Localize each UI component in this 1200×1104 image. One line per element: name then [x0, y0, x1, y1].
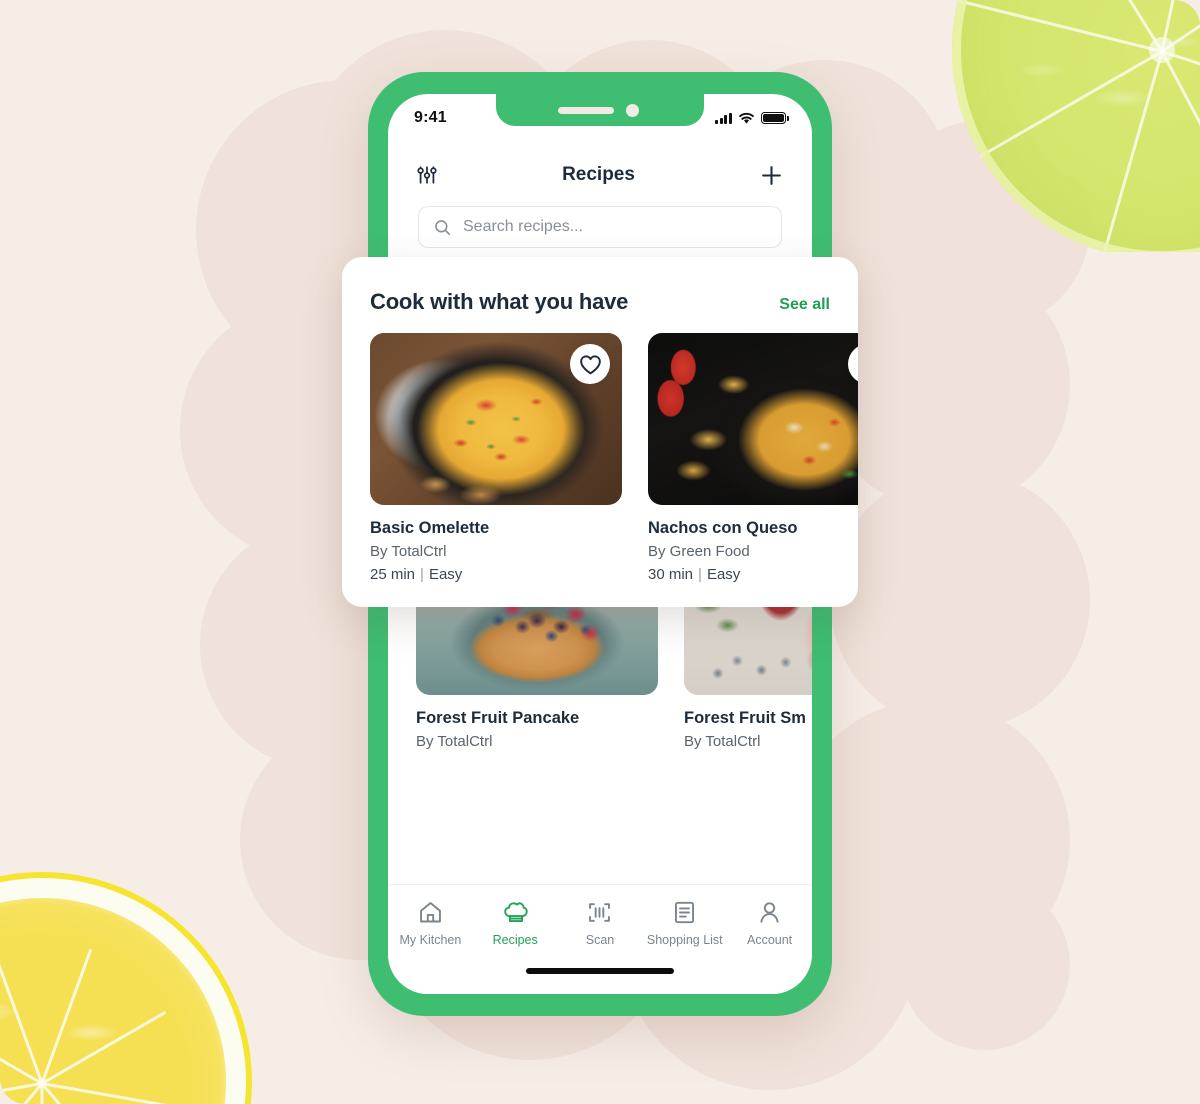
person-icon: [760, 902, 779, 923]
chef-hat-icon: [503, 902, 528, 923]
home-icon: [419, 902, 441, 923]
recipe-difficulty: Easy: [428, 566, 463, 583]
status-time: 9:41: [414, 109, 447, 126]
signal-icon: [715, 112, 732, 124]
wifi-icon: [739, 112, 754, 124]
tab-my-kitchen[interactable]: My Kitchen: [388, 899, 472, 947]
recipe-time: 30 min: [648, 566, 694, 583]
tab-label: Account: [746, 933, 793, 947]
recipe-author: By Green Food: [648, 543, 750, 560]
recipe-title: Nachos con Queso: [648, 519, 798, 537]
see-all-link-cook[interactable]: See all: [779, 296, 830, 314]
floating-card-cook-with-what-you-have: Cook with what you have See all Basic Om…: [342, 257, 858, 607]
tab-account[interactable]: Account: [728, 899, 812, 947]
status-bar: 9:41: [388, 94, 812, 142]
home-indicator-bar: [526, 968, 674, 974]
section-header: Cook with what you have See all: [370, 257, 830, 333]
list-document-icon: [675, 901, 695, 924]
page-title: Recipes: [562, 164, 635, 185]
battery-icon: [761, 112, 789, 124]
recipe-author: By TotalCtrl: [416, 733, 493, 750]
recipe-title: Basic Omelette: [370, 519, 490, 537]
favorite-heart-icon[interactable]: [570, 344, 610, 384]
filter-sliders-icon[interactable]: [416, 164, 438, 186]
recipe-card[interactable]: Nachos con Queso By Green Food 30 min | Ea…: [648, 333, 858, 583]
meta-separator: |: [698, 566, 702, 583]
bottom-tab-bar: My Kitchen Recipes Scan Shopping List Ac…: [388, 884, 812, 994]
recipe-card[interactable]: Basic Omelette By TotalCtrl 25 min | Easy: [370, 333, 622, 583]
recipe-meta: 25 min | Easy: [370, 566, 622, 583]
tab-shopping-list[interactable]: Shopping List: [643, 899, 727, 947]
background-blob: [900, 880, 1070, 1050]
recipe-row: Basic Omelette By TotalCtrl 25 min | Easy …: [370, 333, 858, 583]
recipe-title: Forest Fruit Pancake: [416, 709, 580, 727]
section-title: Cook with what you have: [370, 289, 629, 314]
search-input[interactable]: Search recipes...: [418, 206, 782, 248]
search-section: Search recipes...: [388, 206, 812, 248]
tab-scan[interactable]: Scan: [558, 899, 642, 947]
recipe-time: 25 min: [370, 566, 416, 583]
lime-slice-decoration: [942, 0, 1200, 252]
recipe-difficulty: Easy: [706, 566, 741, 583]
meta-separator: |: [420, 566, 424, 583]
recipe-meta: 30 min | Easy: [648, 566, 858, 583]
recipe-image-nachos: [648, 333, 858, 505]
app-header: Recipes: [388, 152, 812, 198]
search-icon: [435, 219, 451, 235]
tab-label: Recipes: [492, 933, 538, 947]
barcode-scan-icon: [589, 903, 611, 922]
recipe-title: Forest Fruit Sm: [684, 709, 806, 727]
recipe-author: By TotalCtrl: [370, 543, 447, 560]
status-indicators: [715, 112, 789, 125]
tab-recipes[interactable]: Recipes: [473, 899, 557, 947]
tab-label: Shopping List: [646, 933, 723, 947]
lemon-slice-decoration: [0, 832, 262, 1104]
plus-icon[interactable]: [759, 163, 784, 188]
search-placeholder: Search recipes...: [463, 218, 584, 235]
tab-label: My Kitchen: [399, 933, 462, 947]
recipe-author: By TotalCtrl: [684, 733, 761, 750]
tab-label: Scan: [585, 933, 615, 947]
recipe-image-omelette: [370, 333, 622, 505]
